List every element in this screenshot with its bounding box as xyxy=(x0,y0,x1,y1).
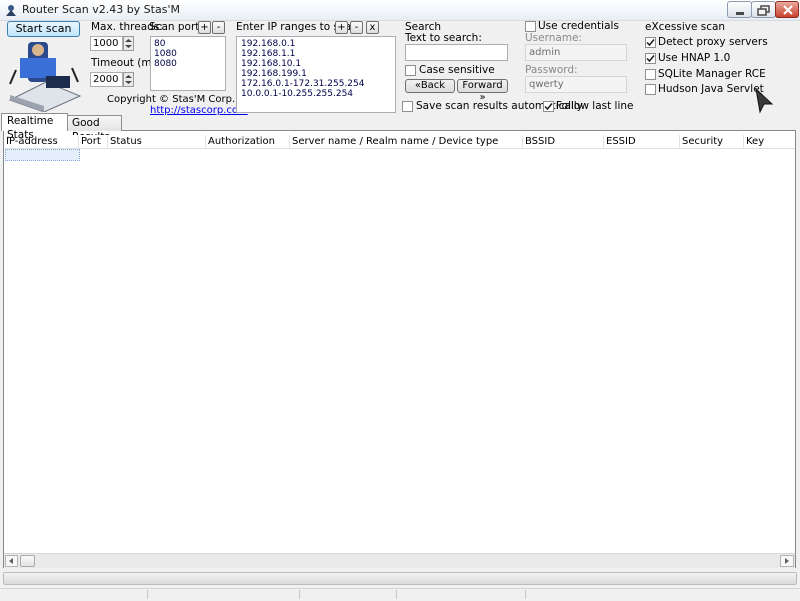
column-header[interactable]: Server name / Realm name / Device type xyxy=(290,135,523,148)
column-header[interactable]: Security xyxy=(680,135,744,148)
status-separator xyxy=(147,590,148,599)
ip-range-item[interactable]: 172.16.0.1-172.31.255.254 xyxy=(241,79,391,89)
minimize-button[interactable] xyxy=(727,1,752,18)
ip-ranges-list[interactable]: 192.168.0.1 192.168.1.1 192.168.10.1 192… xyxy=(236,36,396,113)
ports-list[interactable]: 80 1080 8080 xyxy=(150,36,226,91)
app-icon xyxy=(4,3,18,17)
search-forward-button[interactable]: Forward » xyxy=(457,79,508,103)
add-range-button[interactable]: + xyxy=(335,21,348,34)
tab-good-results[interactable]: Good Results xyxy=(66,115,122,143)
timeout-spinner[interactable] xyxy=(123,72,134,87)
case-sensitive-checkbox[interactable] xyxy=(405,65,416,76)
port-item[interactable]: 8080 xyxy=(154,59,222,69)
search-text-label: Text to search: xyxy=(405,32,482,44)
ip-range-item[interactable]: 192.168.10.1 xyxy=(241,59,391,69)
spin-arrows-icon xyxy=(125,39,132,48)
use-credentials-checkbox[interactable] xyxy=(525,21,536,32)
password-input[interactable]: qwerty xyxy=(525,76,627,93)
max-threads-spinner[interactable] xyxy=(123,36,134,51)
remove-port-button[interactable]: - xyxy=(212,21,225,34)
detect-proxy-label: Detect proxy servers xyxy=(658,36,768,48)
remove-range-button[interactable]: - xyxy=(350,21,363,34)
pointer-hand-icon xyxy=(752,86,780,114)
save-results-checkbox[interactable] xyxy=(402,101,413,112)
column-header[interactable]: BSSID xyxy=(523,135,604,148)
tab-realtime-stats[interactable]: Realtime Stats xyxy=(1,113,68,141)
username-label: Username: xyxy=(525,32,583,44)
mascot-logo xyxy=(6,40,82,113)
status-separator xyxy=(525,590,526,599)
close-icon xyxy=(783,5,793,15)
port-item[interactable]: 1080 xyxy=(154,49,222,59)
column-header[interactable]: Authorization xyxy=(206,135,290,148)
arrow-left-icon xyxy=(9,558,13,564)
scroll-left-button[interactable] xyxy=(5,555,18,567)
ip-range-item[interactable]: 192.168.199.1 xyxy=(241,69,391,79)
detect-proxy-checkbox[interactable] xyxy=(645,37,656,48)
max-threads-input[interactable]: 1000 xyxy=(90,36,123,51)
column-header[interactable]: ESSID xyxy=(604,135,680,148)
selected-cell[interactable] xyxy=(5,149,80,161)
status-bar xyxy=(0,588,800,601)
username-input[interactable]: admin xyxy=(525,44,627,61)
restore-icon xyxy=(757,5,770,16)
timeout-input[interactable]: 2000 xyxy=(90,72,123,87)
scan-progress-bar xyxy=(3,572,797,585)
close-button[interactable] xyxy=(775,1,799,18)
follow-last-line-label: Follow last line xyxy=(556,100,634,112)
add-port-button[interactable]: + xyxy=(198,21,211,34)
spin-arrows-icon xyxy=(125,75,132,84)
checkmark-icon xyxy=(646,39,655,47)
use-credentials-label: Use credentials xyxy=(538,20,619,32)
hudson-java-label: Hudson Java Servlet xyxy=(658,83,764,95)
ip-range-item[interactable]: 192.168.1.1 xyxy=(241,49,391,59)
minimize-icon xyxy=(736,12,744,15)
results-grid[interactable] xyxy=(3,130,796,568)
scroll-thumb[interactable] xyxy=(20,555,35,567)
column-header[interactable]: Status xyxy=(108,135,206,148)
maximize-button[interactable] xyxy=(751,1,776,18)
window-title: Router Scan v2.43 by Stas'M xyxy=(22,3,180,16)
follow-last-line-checkbox[interactable] xyxy=(543,101,554,112)
clear-ranges-button[interactable]: x xyxy=(366,21,379,34)
use-hnap-label: Use HNAP 1.0 xyxy=(658,52,731,64)
use-hnap-checkbox[interactable] xyxy=(645,53,656,64)
search-back-button[interactable]: «Back xyxy=(405,79,455,93)
hudson-java-checkbox[interactable] xyxy=(645,84,656,95)
port-item[interactable]: 80 xyxy=(154,39,222,49)
horizontal-scrollbar[interactable] xyxy=(4,553,795,568)
ip-range-item[interactable]: 192.168.0.1 xyxy=(241,39,391,49)
status-separator xyxy=(299,590,300,599)
arrow-right-icon xyxy=(785,558,789,564)
grid-header: IP-address Port Status Authorization Ser… xyxy=(4,135,795,149)
excessive-scan-title: eXcessive scan xyxy=(645,21,726,33)
password-label: Password: xyxy=(525,64,578,76)
column-header[interactable]: Port xyxy=(79,135,108,148)
checkmark-icon xyxy=(544,103,553,111)
ip-range-item[interactable]: 10.0.0.1-10.255.255.254 xyxy=(241,89,391,99)
website-link[interactable]: http://stascorp.com xyxy=(150,105,248,116)
start-scan-button[interactable]: Start scan xyxy=(7,21,80,37)
scroll-right-button[interactable] xyxy=(780,555,794,567)
column-header[interactable]: Key xyxy=(744,135,795,148)
status-separator xyxy=(396,590,397,599)
sqlite-manager-label: SQLite Manager RCE xyxy=(658,68,766,80)
checkmark-icon xyxy=(646,55,655,63)
search-input[interactable] xyxy=(405,44,508,61)
sqlite-manager-checkbox[interactable] xyxy=(645,69,656,80)
case-sensitive-label: Case sensitive xyxy=(419,64,495,76)
